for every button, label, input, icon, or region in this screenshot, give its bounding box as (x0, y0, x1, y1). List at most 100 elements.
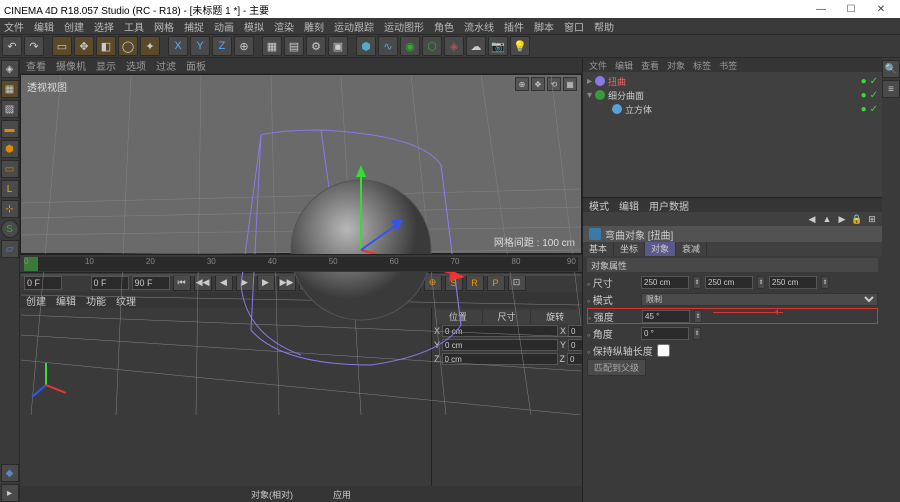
undo-button[interactable]: ↶ (2, 36, 22, 56)
menu-item[interactable]: 渲染 (274, 19, 294, 34)
new-icon[interactable]: ⊞ (866, 213, 878, 225)
axis-y-toggle[interactable]: Y (190, 36, 210, 56)
coord-apply-button[interactable]: 应用 (333, 488, 351, 501)
menu-item[interactable]: 窗口 (564, 19, 584, 34)
vp-menu-item[interactable]: 选项 (126, 58, 146, 73)
render-region-button[interactable]: ▤ (284, 36, 304, 56)
camera-primitive[interactable]: 📷 (488, 36, 508, 56)
menu-item[interactable]: 选择 (94, 19, 114, 34)
light-primitive[interactable]: 💡 (510, 36, 530, 56)
attr-menu-item[interactable]: 模式 (589, 198, 609, 213)
menu-item[interactable]: 捕捉 (184, 19, 204, 34)
vp-menu-item[interactable]: 面板 (186, 58, 206, 73)
fit-parent-button[interactable]: 匹配到父级 (587, 359, 646, 376)
om-menu-item[interactable]: 标签 (693, 59, 711, 72)
om-menu-item[interactable]: 书签 (719, 59, 737, 72)
close-button[interactable]: ✕ (866, 0, 896, 18)
nav-up-icon[interactable]: ▲ (821, 213, 833, 225)
last-tool[interactable]: ✦ (140, 36, 160, 56)
coord-mode-select[interactable]: 对象(相对) (251, 488, 293, 501)
nav-fwd-icon[interactable]: ▶ (836, 213, 848, 225)
spline-primitive[interactable]: ∿ (378, 36, 398, 56)
attr-tab[interactable]: 衰减 (676, 242, 707, 256)
texture-mode[interactable]: ▨ (1, 100, 19, 118)
menu-item[interactable]: 运动图形 (384, 19, 424, 34)
axis-z-toggle[interactable]: Z (212, 36, 232, 56)
picture-viewer-button[interactable]: ▣ (328, 36, 348, 56)
vp-menu-item[interactable]: 摄像机 (56, 58, 86, 73)
menu-item[interactable]: 文件 (4, 19, 24, 34)
spinner[interactable]: ⇕ (821, 276, 829, 289)
maximize-button[interactable]: ☐ (836, 0, 866, 18)
timeline-track[interactable]: 0 10 20 30 40 50 60 70 80 90 (24, 257, 578, 271)
rotate-tool[interactable]: ◯ (118, 36, 138, 56)
extra-tool[interactable]: ◆ (1, 464, 19, 482)
select-tool[interactable]: ▭ (52, 36, 72, 56)
workplane-toggle[interactable]: ▱ (1, 240, 19, 258)
attr-tab[interactable]: 对象 (645, 242, 676, 256)
point-mode[interactable]: ⬢ (1, 140, 19, 158)
search-icon[interactable]: 🔍 (882, 60, 900, 78)
snap-toggle[interactable]: S (1, 220, 19, 238)
menu-item[interactable]: 网格 (154, 19, 174, 34)
nav-back-icon[interactable]: ◀ (806, 213, 818, 225)
spinner[interactable]: ⇕ (694, 310, 702, 323)
deformer-primitive[interactable]: ◈ (444, 36, 464, 56)
keep-length-checkbox[interactable] (657, 344, 670, 357)
spinner[interactable]: ⇕ (693, 327, 701, 340)
mode-select[interactable]: 限制 (641, 293, 878, 306)
tree-item-cube[interactable]: 立方体●✓ (587, 102, 878, 116)
vp-menu-item[interactable]: 显示 (96, 58, 116, 73)
render-view-button[interactable]: ▦ (262, 36, 282, 56)
menu-item[interactable]: 雕刻 (304, 19, 324, 34)
angle-input[interactable] (641, 327, 689, 340)
axis-mode[interactable]: ⊹ (1, 200, 19, 218)
menu-item[interactable]: 角色 (434, 19, 454, 34)
generator-primitive[interactable]: ⬡ (422, 36, 442, 56)
move-tool[interactable]: ✥ (74, 36, 94, 56)
object-mode[interactable]: ▬ (1, 120, 19, 138)
lock-icon[interactable]: 🔒 (851, 213, 863, 225)
menu-item[interactable]: 流水线 (464, 19, 494, 34)
om-menu-item[interactable]: 对象 (667, 59, 685, 72)
edge-mode[interactable]: ▭ (1, 160, 19, 178)
om-menu-item[interactable]: 编辑 (615, 59, 633, 72)
minimize-button[interactable]: — (806, 0, 836, 18)
menu-item[interactable]: 运动跟踪 (334, 19, 374, 34)
om-menu-item[interactable]: 文件 (589, 59, 607, 72)
menu-item[interactable]: 模拟 (244, 19, 264, 34)
axis-x-toggle[interactable]: X (168, 36, 188, 56)
attr-menu-item[interactable]: 用户数据 (649, 198, 689, 213)
strength-input[interactable] (642, 310, 690, 323)
om-menu-item[interactable]: 查看 (641, 59, 659, 72)
scale-tool[interactable]: ◧ (96, 36, 116, 56)
nurbs-primitive[interactable]: ◉ (400, 36, 420, 56)
object-tree[interactable]: ▸扭曲●✓ ▾细分曲面●✓ 立方体●✓ (583, 72, 882, 197)
menu-item[interactable]: 插件 (504, 19, 524, 34)
menu-item[interactable]: 帮助 (594, 19, 614, 34)
redo-button[interactable]: ↷ (24, 36, 44, 56)
layer-icon[interactable]: ≡ (882, 80, 900, 98)
environment-primitive[interactable]: ☁ (466, 36, 486, 56)
menu-item[interactable]: 编辑 (34, 19, 54, 34)
tree-item-bend[interactable]: ▸扭曲●✓ (587, 74, 878, 88)
polygon-mode[interactable]: L (1, 180, 19, 198)
render-settings-button[interactable]: ⚙ (306, 36, 326, 56)
size-y-input[interactable] (705, 276, 753, 289)
timeline[interactable]: 0 10 20 30 40 50 60 70 80 90 (20, 254, 582, 272)
coord-system[interactable]: ⊕ (234, 36, 254, 56)
viewport-3d[interactable]: 透视视图 网格间距 : 100 cm ⊕ ✥ ⟲ ▦ (20, 74, 582, 254)
menu-item[interactable]: 脚本 (534, 19, 554, 34)
make-editable-button[interactable]: ◈ (1, 60, 19, 78)
cube-primitive[interactable]: ⬢ (356, 36, 376, 56)
attr-tab[interactable]: 基本 (583, 242, 614, 256)
model-mode[interactable]: ▦ (1, 80, 19, 98)
size-z-input[interactable] (769, 276, 817, 289)
attr-menu-item[interactable]: 编辑 (619, 198, 639, 213)
vp-menu-item[interactable]: 查看 (26, 58, 46, 73)
tree-item-sds[interactable]: ▾细分曲面●✓ (587, 88, 878, 102)
size-x-input[interactable] (641, 276, 689, 289)
extra-tool-2[interactable]: ▸ (1, 484, 19, 502)
spinner[interactable]: ⇕ (757, 276, 765, 289)
menu-item[interactable]: 动画 (214, 19, 234, 34)
